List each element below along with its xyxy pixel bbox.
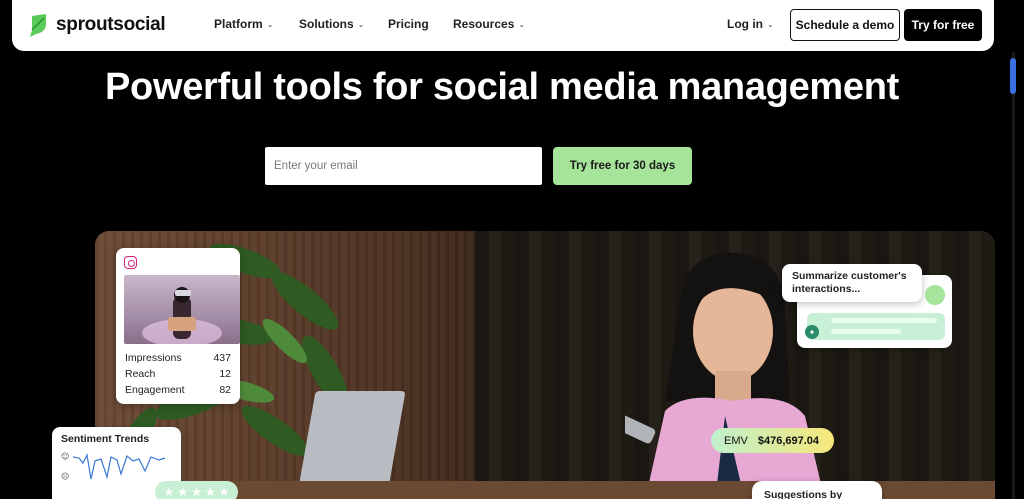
star-icon: ★ [204,485,216,499]
instagram-stats-card: Impressions 437 Reach 12 Engagement 82 [116,248,240,404]
try-for-free-button[interactable]: Try for free [904,9,982,41]
instagram-icon [124,256,137,269]
top-navigation: sproutsocial Platform ⌄ Solutions ⌄ Pricin… [12,0,994,51]
sentiment-sparkline: ☺ ☹ [61,452,166,481]
ai-reply-bubble [807,313,945,340]
rating-stars-badge: ★ ★ ★ ★ ★ [155,481,238,499]
chevron-down-icon: ⌄ [266,19,274,29]
brand-name: sproutsocial [56,14,166,35]
metric-row: Impressions 437 [124,350,232,366]
nav-solutions-label: Solutions [299,17,354,31]
metric-row: Reach 12 [124,366,232,382]
star-icon: ★ [191,485,202,499]
metric-value: 437 [213,352,231,364]
try-free-30-days-button[interactable]: Try free for 30 days [553,147,692,185]
chevron-down-icon: ⌄ [767,19,774,29]
ai-prompt-bubble: Summarize customer's interactions... [782,264,922,302]
nav-platform[interactable]: Platform ⌄ [214,17,273,31]
metric-row: Engagement 82 [124,382,232,398]
user-avatar-dot [925,285,945,305]
emv-badge: EMV $476,697.04 [711,428,834,453]
metric-value: 12 [219,368,231,380]
hero-title: Powerful tools for social media manageme… [104,66,900,108]
nav-resources-label: Resources [453,17,515,31]
login-link[interactable]: Log in ⌄ [727,17,774,31]
emv-label: EMV [724,434,748,447]
metric-value: 82 [219,384,231,396]
emv-value: $476,697.04 [757,434,820,447]
sprout-leaf-icon [30,14,46,37]
metric-label: Engagement [125,384,185,396]
chevron-down-icon: ⌄ [357,19,365,29]
nav-pricing[interactable]: Pricing [388,17,429,31]
star-icon: ★ [163,485,175,499]
instagram-metrics: Impressions 437 Reach 12 Engagement 82 [124,350,232,398]
schedule-demo-button[interactable]: Schedule a demo [790,9,900,41]
email-input[interactable] [265,147,542,185]
sparkle-icon: ✦ [805,325,819,339]
ai-reply-line [831,329,901,334]
ai-prompt-text: Summarize customer's interactions... [792,270,907,295]
svg-text:☺: ☺ [61,452,69,461]
post-thumbnail [124,275,240,344]
nav-resources[interactable]: Resources ⌄ [453,17,525,31]
nav-solutions[interactable]: Solutions ⌄ [299,17,364,31]
chevron-down-icon: ⌄ [518,19,526,29]
metric-label: Reach [125,368,156,380]
suggestions-title: Suggestions by [764,489,843,499]
vr-woman-image [142,287,222,344]
login-label: Log in [727,17,763,31]
ai-reply-line [831,318,937,323]
brand-logo[interactable]: sproutsocial [28,12,166,38]
scrollbar-thumb[interactable] [1010,58,1016,94]
sentiment-title: Sentiment Trends [61,433,150,445]
star-icon: ★ [218,485,230,499]
nav-platform-label: Platform [214,17,263,31]
suggestions-card: Suggestions by [752,481,882,499]
metric-label: Impressions [125,352,182,364]
nav-pricing-label: Pricing [388,17,429,31]
scrollbar-track [1012,52,1015,499]
svg-text:☹: ☹ [61,472,69,481]
page: sproutsocial Platform ⌄ Solutions ⌄ Pricin… [0,0,1024,499]
star-icon: ★ [177,485,189,499]
